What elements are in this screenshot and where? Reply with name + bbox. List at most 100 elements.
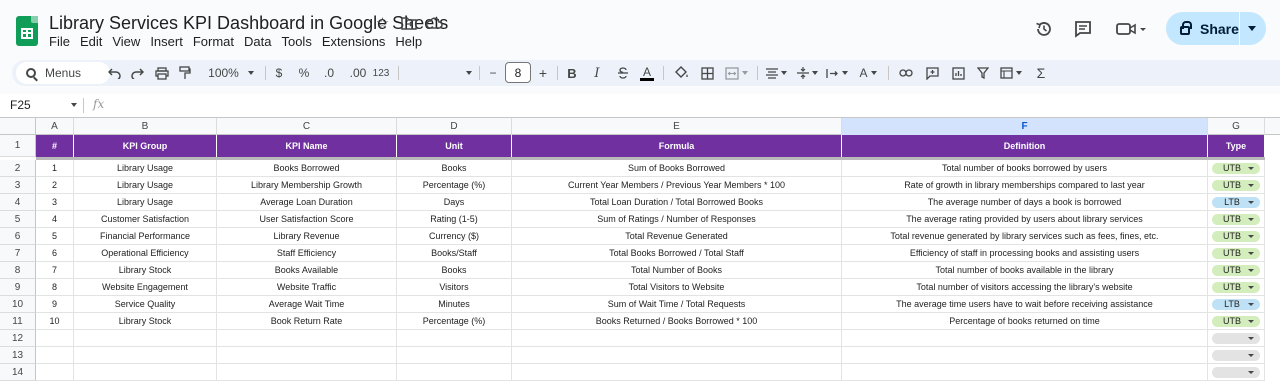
menu-insert[interactable]: Insert [145,33,188,51]
header-cell-type[interactable]: Type [1208,135,1265,157]
cell-kpi-name[interactable]: Book Return Rate [217,313,397,330]
type-dropdown-chip-empty[interactable] [1212,366,1260,378]
cell-unit[interactable]: Percentage (%) [397,177,512,194]
borders-icon[interactable] [699,62,715,84]
type-dropdown-chip[interactable]: UTB [1212,264,1260,276]
cell-unit[interactable] [397,364,512,381]
cell-type[interactable] [1208,364,1265,381]
row-number[interactable]: 4 [0,194,36,211]
number-format-button[interactable]: 123 [371,62,391,84]
cell-kpi-group[interactable]: Library Usage [74,194,217,211]
menu-data[interactable]: Data [239,33,276,51]
menus-search[interactable]: Menus [16,62,110,84]
cell-formula[interactable] [512,347,842,364]
star-icon[interactable]: ☆ [374,14,391,32]
type-dropdown-chip[interactable]: UTB [1212,179,1260,191]
cell-definition[interactable] [842,330,1208,347]
cell-type[interactable]: UTB [1208,245,1265,262]
vertical-align-icon[interactable] [794,62,820,84]
cell-unit[interactable]: Percentage (%) [397,313,512,330]
cell-number[interactable] [36,347,74,364]
insert-comment-icon[interactable] [924,62,940,84]
cell-kpi-group[interactable]: Library Usage [74,160,217,177]
cell-formula[interactable] [512,364,842,381]
cell-kpi-name[interactable] [217,364,397,381]
cell-definition[interactable]: Percentage of books returned on time [842,313,1208,330]
row-number[interactable]: 13 [0,347,36,364]
cell-formula[interactable]: Sum of Books Borrowed [512,160,842,177]
insert-chart-icon[interactable] [950,62,966,84]
header-cell-kpi-name[interactable]: KPI Name [217,135,397,157]
cell-number[interactable]: 1 [36,160,74,177]
header-cell-unit[interactable]: Unit [397,135,512,157]
cell-kpi-group[interactable]: Library Stock [74,313,217,330]
cell-formula[interactable]: Total Revenue Generated [512,228,842,245]
cell-type[interactable]: UTB [1208,177,1265,194]
cell-unit[interactable]: Visitors [397,279,512,296]
cell-kpi-name[interactable]: Staff Efficiency [217,245,397,262]
cell-formula[interactable]: Books Returned / Books Borrowed * 100 [512,313,842,330]
horizontal-align-icon[interactable] [763,62,789,84]
cell-kpi-group[interactable]: Financial Performance [74,228,217,245]
menu-edit[interactable]: Edit [75,33,107,51]
increase-decimal-button[interactable]: .00 [347,62,369,84]
cell-kpi-name[interactable]: User Satisfaction Score [217,211,397,228]
cell-definition[interactable]: The average number of days a book is bor… [842,194,1208,211]
cell-formula[interactable]: Current Year Members / Previous Year Mem… [512,177,842,194]
cell-number[interactable]: 4 [36,211,74,228]
cell-type[interactable]: UTB [1208,279,1265,296]
cell-kpi-name[interactable]: Average Wait Time [217,296,397,313]
cell-type[interactable]: UTB [1208,160,1265,177]
version-history-icon[interactable] [1034,19,1054,39]
type-dropdown-chip[interactable]: UTB [1212,230,1260,242]
cloud-status-icon[interactable] [426,14,443,31]
text-rotation-icon[interactable]: A [855,62,881,84]
cell-number[interactable]: 10 [36,313,74,330]
insert-link-icon[interactable] [898,62,914,84]
row-number[interactable]: 5 [0,211,36,228]
cell-kpi-name[interactable] [217,330,397,347]
cell-definition[interactable]: The average rating provided by users abo… [842,211,1208,228]
filter-views-icon[interactable] [998,62,1024,84]
menu-extensions[interactable]: Extensions [317,33,391,51]
row-number[interactable]: 12 [0,330,36,347]
menu-help[interactable]: Help [390,33,427,51]
type-dropdown-chip[interactable]: LTB [1212,298,1260,310]
cell-number[interactable]: 9 [36,296,74,313]
header-cell-formula[interactable]: Formula [512,135,842,157]
cell-unit[interactable]: Books [397,262,512,279]
bold-button[interactable]: B [565,62,579,84]
cell-number[interactable]: 3 [36,194,74,211]
functions-button[interactable]: Σ [1034,62,1048,84]
cell-formula[interactable]: Total Books Borrowed / Total Staff [512,245,842,262]
type-dropdown-chip[interactable]: UTB [1212,315,1260,327]
share-options-chevron-icon[interactable] [1248,26,1256,31]
sheets-logo-icon[interactable] [16,16,38,46]
cell-number[interactable]: 6 [36,245,74,262]
cell-formula[interactable] [512,330,842,347]
cell-kpi-group[interactable]: Customer Satisfaction [74,211,217,228]
column-header-c[interactable]: C [217,118,397,135]
cell-kpi-group[interactable] [74,330,217,347]
cell-unit[interactable]: Minutes [397,296,512,313]
cell-formula[interactable]: Sum of Wait Time / Total Requests [512,296,842,313]
filter-icon[interactable] [975,62,991,84]
cell-definition[interactable]: Total number of visitors accessing the l… [842,279,1208,296]
column-header-g[interactable]: G [1208,118,1265,135]
cell-type[interactable] [1208,330,1265,347]
text-color-button[interactable]: A [638,62,656,84]
comments-icon[interactable] [1073,19,1093,39]
type-dropdown-chip[interactable]: UTB [1212,281,1260,293]
column-header-a[interactable]: A [36,118,74,135]
cell-kpi-group[interactable]: Service Quality [74,296,217,313]
cell-kpi-group[interactable] [74,364,217,381]
row-number[interactable]: 3 [0,177,36,194]
row-number[interactable]: 14 [0,364,36,381]
cell-type[interactable]: LTB [1208,194,1265,211]
print-icon[interactable] [154,62,170,84]
cell-kpi-name[interactable] [217,347,397,364]
type-dropdown-chip[interactable]: UTB [1212,162,1260,174]
cell-formula[interactable]: Total Loan Duration / Total Borrowed Boo… [512,194,842,211]
cell-kpi-name[interactable]: Books Borrowed [217,160,397,177]
header-cell-number[interactable]: # [36,135,74,157]
